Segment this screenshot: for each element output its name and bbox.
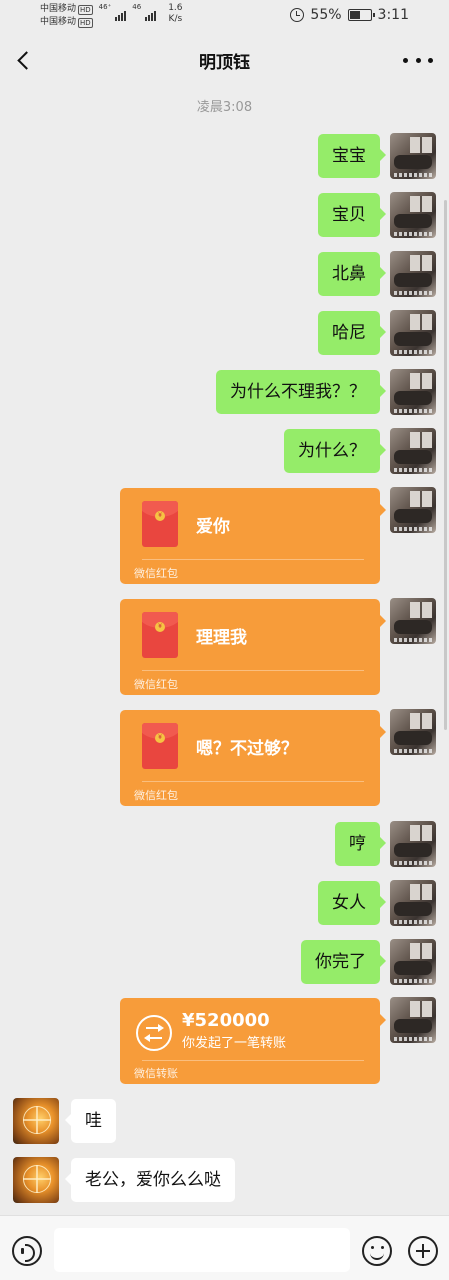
coin-icon: ¥ <box>155 511 165 521</box>
transfer-note: 你发起了一笔转账 <box>182 1036 287 1051</box>
alarm-icon <box>290 8 305 22</box>
sent-message[interactable]: 为什么不理我？？ <box>216 370 386 414</box>
message-input[interactable] <box>54 1228 350 1272</box>
my-avatar[interactable] <box>390 369 436 415</box>
red-packet-label: 理理我 <box>196 628 247 648</box>
more-dots-icon[interactable] <box>403 48 433 72</box>
my-avatar[interactable] <box>390 133 436 179</box>
my-avatar[interactable] <box>390 487 436 533</box>
input-bar <box>0 1215 449 1280</box>
red-packet-card[interactable]: ¥ 爱你 微信红包 <box>120 488 386 584</box>
red-packet-footer: 微信红包 <box>134 789 178 802</box>
my-avatar[interactable] <box>390 709 436 755</box>
carrier-list: 中国移动 HD 中国移动 HD <box>40 3 93 29</box>
network-type-2: 46 <box>132 3 142 11</box>
signal-icon <box>115 9 127 21</box>
sent-message[interactable]: 宝宝 <box>318 134 386 178</box>
red-packet-card[interactable]: ¥ 嗯？不过够？ 微信红包 <box>120 710 386 806</box>
my-avatar[interactable] <box>390 192 436 238</box>
carrier-row-1: 中国移动 HD <box>40 3 93 16</box>
battery-level <box>349 11 360 19</box>
red-packet-footer: 微信红包 <box>134 678 178 691</box>
sent-message[interactable]: 哈尼 <box>318 311 386 355</box>
coin-icon: ¥ <box>155 622 165 632</box>
sent-message[interactable]: 北鼻 <box>318 252 386 296</box>
chat-title: 明顶钰 <box>199 53 250 73</box>
carrier-name-2: 中国移动 <box>40 17 77 27</box>
transfer-icon <box>136 1015 172 1051</box>
battery-icon <box>347 9 375 21</box>
my-avatar[interactable] <box>390 821 436 867</box>
transfer-amount: ¥520000 <box>182 1010 270 1031</box>
red-packet-icon: ¥ <box>142 501 178 547</box>
my-avatar[interactable] <box>390 598 436 644</box>
chat-timestamp: 凌晨3:08 <box>196 100 253 115</box>
card-divider <box>142 1060 364 1061</box>
card-divider <box>142 559 364 560</box>
red-packet-footer: 微信红包 <box>134 567 178 580</box>
red-packet-card[interactable]: ¥ 理理我 微信红包 <box>120 599 386 695</box>
network-speed: 1.6 K/s <box>168 3 182 25</box>
received-message[interactable]: 哇 <box>65 1099 116 1143</box>
scrollbar[interactable] <box>444 200 447 730</box>
transfer-card[interactable]: ¥520000 你发起了一笔转账 微信转账 <box>120 998 386 1084</box>
transfer-footer: 微信转账 <box>134 1067 178 1080</box>
chat-header: 明顶钰 <box>0 38 449 82</box>
my-avatar[interactable] <box>390 428 436 474</box>
speed-value: 1.6 <box>168 3 183 13</box>
card-divider <box>142 781 364 782</box>
contact-avatar[interactable] <box>13 1098 59 1144</box>
voice-icon[interactable] <box>12 1236 42 1266</box>
my-avatar[interactable] <box>390 997 436 1043</box>
status-right: 55% 3:11 <box>290 7 409 23</box>
my-avatar[interactable] <box>390 251 436 297</box>
sent-message[interactable]: 你完了 <box>301 940 386 984</box>
red-packet-label: 嗯？不过够？ <box>196 739 298 759</box>
my-avatar[interactable] <box>390 880 436 926</box>
network-type-1: 46⁺ <box>98 3 112 11</box>
emoji-icon[interactable] <box>362 1236 392 1266</box>
carrier-row-2: 中国移动 HD <box>40 16 93 29</box>
carrier-name-1: 中国移动 <box>40 4 77 14</box>
speed-unit: K/s <box>168 14 183 24</box>
status-bar: 中国移动 HD 中国移动 HD 46⁺ 46 1.6 K/s 55% 3:11 <box>0 0 449 32</box>
contact-avatar[interactable] <box>13 1157 59 1203</box>
hd-badge: HD <box>78 4 93 15</box>
red-packet-icon: ¥ <box>142 723 178 769</box>
hd-badge-2: HD <box>78 17 93 28</box>
sent-message[interactable]: 宝贝 <box>318 193 386 237</box>
sent-message[interactable]: 女人 <box>318 881 386 925</box>
my-avatar[interactable] <box>390 310 436 356</box>
card-divider <box>142 670 364 671</box>
signal-icon-2 <box>145 9 157 21</box>
my-avatar[interactable] <box>390 939 436 985</box>
battery-percent: 55% <box>310 7 342 23</box>
status-left: 中国移动 HD 中国移动 HD 46⁺ 46 1.6 K/s <box>40 3 183 29</box>
red-packet-icon: ¥ <box>142 612 178 658</box>
sent-message[interactable]: 为什么？ <box>284 429 386 473</box>
coin-icon: ¥ <box>155 733 165 743</box>
clock: 3:11 <box>377 7 409 23</box>
red-packet-label: 爱你 <box>196 517 230 537</box>
received-message[interactable]: 老公，爱你么么哒 <box>65 1158 235 1202</box>
plus-icon[interactable] <box>408 1236 438 1266</box>
sent-message[interactable]: 哼 <box>335 822 386 866</box>
